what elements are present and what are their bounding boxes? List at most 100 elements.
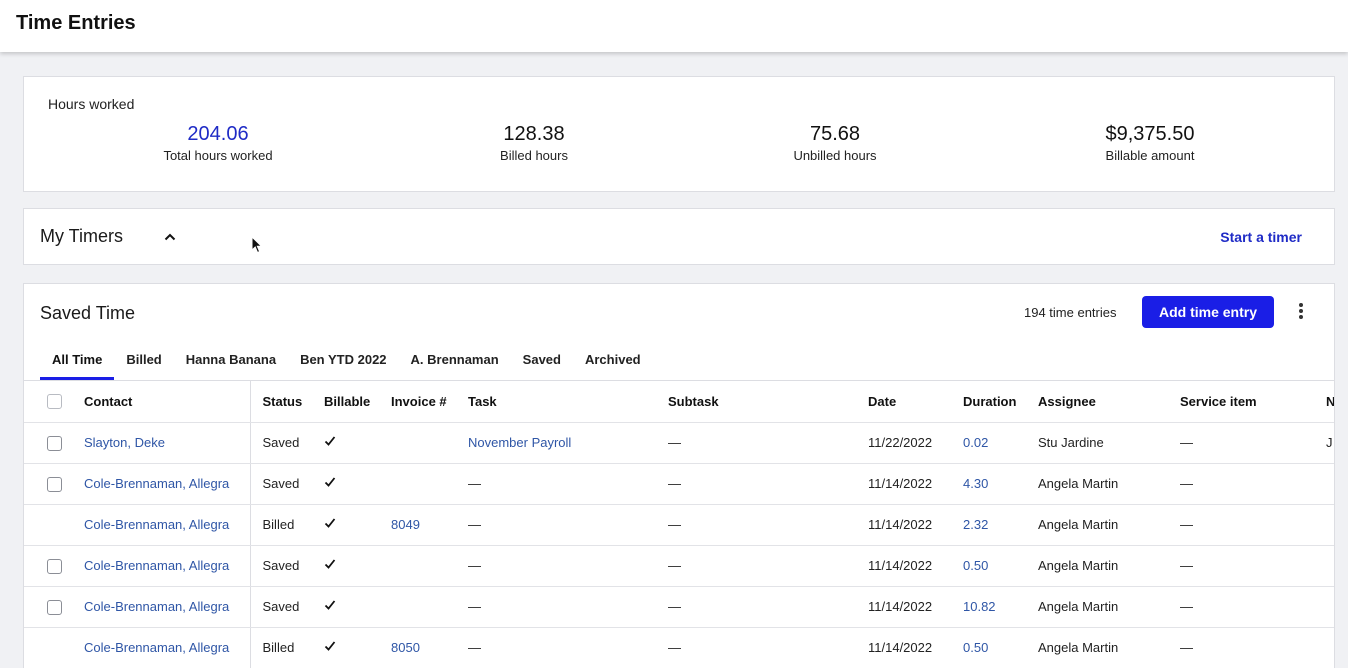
truncated-cell: J — [1326, 422, 1334, 464]
column-header-truncated[interactable]: N — [1326, 381, 1334, 423]
stat-billed-hours-caption: Billed hours — [500, 148, 568, 163]
assignee-cell: Angela Martin — [1038, 504, 1180, 546]
column-header-duration[interactable]: Duration — [963, 381, 1038, 423]
table-row: Slayton, Deke Saved November Payroll — 1… — [24, 422, 1334, 464]
start-timer-button[interactable]: Start a timer — [1220, 229, 1302, 245]
contact-link[interactable]: Cole-Brennaman, Allegra — [84, 627, 251, 668]
stat-billable-amount-value: $9,375.50 — [1105, 123, 1195, 145]
duration-link[interactable]: 10.82 — [963, 586, 1038, 628]
status-cell: Saved — [250, 586, 324, 628]
table-header-row: Contact Status Billable Invoice # Task S… — [24, 381, 1334, 423]
column-header-invoice[interactable]: Invoice # — [391, 381, 468, 423]
time-entries-count: 194 time entries — [1024, 305, 1117, 320]
tab-ben-ytd-2022[interactable]: Ben YTD 2022 — [288, 342, 398, 380]
column-header-contact[interactable]: Contact — [84, 381, 251, 423]
subtask-cell: — — [668, 422, 868, 464]
checkmark-icon — [324, 518, 336, 528]
kebab-menu-icon — [1299, 303, 1303, 319]
time-entries-table: Contact Status Billable Invoice # Task S… — [24, 381, 1334, 668]
page-title: Time Entries — [16, 12, 136, 34]
hours-worked-card: Hours worked 204.06 Total hours worked 1… — [23, 76, 1335, 192]
status-cell: Saved — [250, 422, 324, 464]
column-header-service-item[interactable]: Service item — [1180, 381, 1326, 423]
tab-billed[interactable]: Billed — [114, 342, 173, 380]
saved-time-title: Saved Time — [40, 303, 136, 323]
row-checkbox[interactable] — [46, 599, 62, 615]
status-cell: Billed — [250, 627, 324, 668]
invoice-link[interactable]: 8049 — [391, 504, 468, 546]
checkmark-icon — [324, 436, 336, 446]
assignee-cell: Angela Martin — [1038, 463, 1180, 505]
column-header-date[interactable]: Date — [868, 381, 963, 423]
filter-tabs: All Time Billed Hanna Banana Ben YTD 202… — [40, 342, 653, 380]
task-link[interactable]: November Payroll — [468, 422, 668, 464]
column-header-status[interactable]: Status — [250, 381, 324, 423]
task-cell: — — [468, 504, 668, 546]
invoice-link[interactable] — [391, 586, 468, 628]
service-item-cell: — — [1180, 504, 1326, 546]
stat-unbilled-hours: 75.68 Unbilled hours — [725, 121, 945, 163]
contact-link[interactable]: Cole-Brennaman, Allegra — [84, 463, 251, 505]
duration-link[interactable]: 4.30 — [963, 463, 1038, 505]
task-cell: — — [468, 463, 668, 505]
truncated-cell — [1326, 463, 1334, 505]
duration-link[interactable]: 0.50 — [963, 627, 1038, 668]
subtask-cell: — — [668, 545, 868, 587]
table-row: Cole-Brennaman, Allegra Saved — — 11/14/… — [24, 545, 1334, 587]
select-all-checkbox[interactable] — [46, 394, 62, 410]
subtask-cell: — — [668, 463, 868, 505]
subtask-cell: — — [668, 504, 868, 546]
checkmark-icon — [324, 600, 336, 610]
status-cell: Saved — [250, 545, 324, 587]
assignee-cell: Stu Jardine — [1038, 422, 1180, 464]
tab-hanna-banana[interactable]: Hanna Banana — [174, 342, 288, 380]
assignee-cell: Angela Martin — [1038, 586, 1180, 628]
chevron-up-icon — [164, 233, 176, 241]
stat-billable-amount-caption: Billable amount — [1105, 148, 1195, 163]
task-cell: — — [468, 627, 668, 668]
row-checkbox[interactable] — [46, 558, 62, 574]
stat-billed-hours-value: 128.38 — [503, 123, 565, 145]
service-item-cell: — — [1180, 422, 1326, 464]
tab-all-time[interactable]: All Time — [40, 342, 115, 380]
column-header-subtask[interactable]: Subtask — [668, 381, 868, 423]
contact-link[interactable]: Slayton, Deke — [84, 422, 251, 464]
mouse-cursor-icon — [251, 236, 263, 254]
duration-link[interactable]: 0.02 — [963, 422, 1038, 464]
truncated-cell — [1326, 586, 1334, 628]
column-header-assignee[interactable]: Assignee — [1038, 381, 1180, 423]
column-header-task[interactable]: Task — [468, 381, 668, 423]
row-checkbox[interactable] — [46, 435, 62, 451]
table-row: Cole-Brennaman, Allegra Billed 8050 — — … — [24, 627, 1334, 668]
invoice-link[interactable] — [391, 422, 468, 464]
add-time-entry-button[interactable]: Add time entry — [1142, 296, 1274, 328]
my-timers-card: My Timers Start a timer — [23, 208, 1335, 265]
collapse-timers-button[interactable] — [162, 229, 178, 245]
invoice-link[interactable]: 8050 — [391, 627, 468, 668]
stat-total-hours: 204.06 Total hours worked — [108, 121, 328, 163]
column-header-billable[interactable]: Billable — [324, 381, 391, 423]
invoice-link[interactable] — [391, 545, 468, 587]
status-cell: Saved — [250, 463, 324, 505]
service-item-cell: — — [1180, 586, 1326, 628]
saved-time-card: Saved Time 194 time entries Add time ent… — [23, 283, 1335, 668]
stat-total-hours-caption: Total hours worked — [163, 148, 273, 163]
subtask-cell: — — [668, 627, 868, 668]
row-checkbox[interactable] — [46, 476, 62, 492]
contact-link[interactable]: Cole-Brennaman, Allegra — [84, 545, 251, 587]
contact-link[interactable]: Cole-Brennaman, Allegra — [84, 586, 251, 628]
more-options-button[interactable] — [1294, 300, 1308, 322]
truncated-cell — [1326, 545, 1334, 587]
duration-link[interactable]: 0.50 — [963, 545, 1038, 587]
tab-saved[interactable]: Saved — [511, 342, 573, 380]
checkmark-icon — [324, 559, 336, 569]
contact-link[interactable]: Cole-Brennaman, Allegra — [84, 504, 251, 546]
duration-link[interactable]: 2.32 — [963, 504, 1038, 546]
date-cell: 11/14/2022 — [868, 545, 963, 587]
checkmark-icon — [324, 477, 336, 487]
tab-a-brennaman[interactable]: A. Brennaman — [399, 342, 511, 380]
date-cell: 11/14/2022 — [868, 586, 963, 628]
tab-archived[interactable]: Archived — [573, 342, 653, 380]
stat-billable-amount: $9,375.50 Billable amount — [1040, 121, 1260, 163]
invoice-link[interactable] — [391, 463, 468, 505]
